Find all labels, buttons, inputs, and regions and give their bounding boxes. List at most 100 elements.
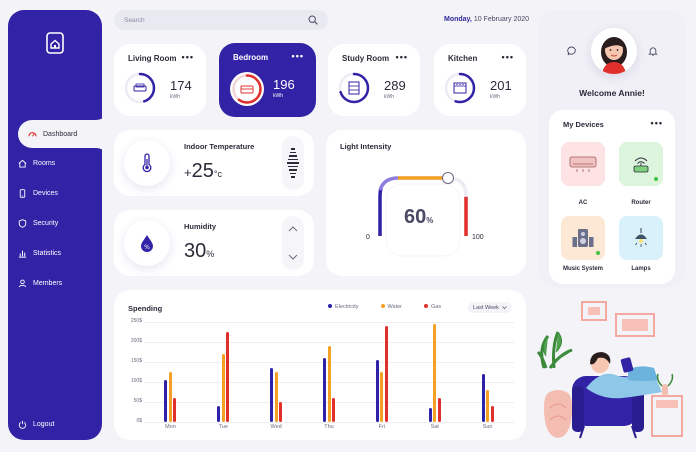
- chart-plot-area: [144, 322, 514, 422]
- x-tick-label: Wed: [270, 424, 282, 430]
- bar-chart-icon: [18, 250, 27, 258]
- temperature-slider[interactable]: [282, 136, 304, 190]
- device-label: Router: [631, 200, 651, 206]
- room-kwh-value: 289: [384, 78, 406, 93]
- bar-water-sun[interactable]: [486, 390, 490, 422]
- sidebar-item-label: Statistics: [33, 249, 62, 257]
- sidebar-item-security[interactable]: Security: [18, 216, 102, 230]
- x-tick-label: Fri: [378, 424, 386, 430]
- device-lamps[interactable]: [619, 216, 663, 260]
- bar-gas-thu[interactable]: [332, 398, 335, 422]
- sidebar-item-rooms[interactable]: Rooms: [18, 156, 102, 170]
- bar-water-tue[interactable]: [221, 354, 225, 422]
- light-knob: [442, 172, 454, 184]
- bar-gas-tue[interactable]: [226, 332, 230, 422]
- temperature-sign: +: [184, 165, 192, 180]
- temperature-value: 25: [191, 160, 214, 182]
- room-name: Living Room: [128, 54, 177, 63]
- nav-dashboard-active[interactable]: Dashboard: [18, 120, 110, 148]
- week-filter-dropdown[interactable]: Last Week: [468, 302, 512, 313]
- room-kwh-value: 196: [273, 77, 295, 92]
- y-tick-label: 200$: [130, 338, 142, 344]
- bar-electricity-thu[interactable]: [323, 358, 326, 422]
- bar-gas-mon[interactable]: [173, 398, 177, 422]
- temperature-readout: +25°c: [184, 160, 222, 183]
- more-icon[interactable]: •••: [502, 52, 514, 62]
- sidebar-item-devices[interactable]: Devices: [18, 186, 102, 200]
- user-icon: [18, 279, 27, 287]
- spending-title: Spending: [128, 304, 163, 313]
- droplet-icon: %: [141, 235, 153, 252]
- room-card-kitchen[interactable]: Kitchen ••• 201 kWh: [434, 44, 526, 116]
- bar-water-wed[interactable]: [274, 372, 278, 422]
- y-tick-label: 100$: [130, 378, 142, 384]
- search-input[interactable]: Search: [124, 17, 308, 24]
- device-label: Lamps: [631, 266, 651, 272]
- device-label: Music System: [562, 266, 604, 272]
- x-tick-label: Thu: [324, 424, 334, 430]
- bar-gas-fri[interactable]: [384, 326, 388, 422]
- light-readout: 60%: [404, 206, 433, 229]
- avatar[interactable]: [591, 28, 637, 74]
- sidebar-item-dashboard[interactable]: Dashboard: [18, 120, 102, 148]
- logout-button[interactable]: Logout: [18, 417, 102, 431]
- search-bar[interactable]: Search: [114, 10, 328, 30]
- legend-label: Water: [387, 304, 402, 310]
- bar-gas-wed[interactable]: [279, 402, 283, 422]
- date-weekday: Monday,: [444, 16, 472, 23]
- air-conditioner-icon: [569, 156, 597, 172]
- more-icon[interactable]: •••: [651, 118, 663, 128]
- room-card-bedroom[interactable]: Bedroom ••• 196 kWh: [219, 43, 316, 117]
- bar-electricity-tue[interactable]: [217, 406, 221, 422]
- sidebar-item-statistics[interactable]: Statistics: [18, 246, 102, 260]
- bar-water-sat[interactable]: [433, 324, 437, 422]
- phone-icon: [19, 188, 26, 198]
- y-tick-label: 50$: [133, 398, 142, 404]
- chevron-down-icon[interactable]: [288, 254, 298, 260]
- humidity-stepper: [282, 216, 304, 270]
- bell-icon[interactable]: [648, 46, 658, 56]
- room-kwh-unit: kWh: [384, 94, 394, 100]
- chevron-up-icon[interactable]: [288, 226, 298, 232]
- sidebar-item-label: Security: [33, 219, 59, 227]
- sofa-icon: [133, 83, 147, 92]
- sidebar-item-members[interactable]: Members: [18, 276, 102, 290]
- bar-electricity-fri[interactable]: [375, 360, 379, 422]
- gauge-icon: [28, 131, 37, 137]
- bar-gas-sun[interactable]: [490, 406, 494, 422]
- device-router[interactable]: [619, 142, 663, 186]
- bar-water-mon[interactable]: [168, 372, 172, 422]
- usage-ring: [230, 72, 264, 106]
- welcome-text: Welcome Annie!: [579, 88, 645, 98]
- shield-icon: [18, 218, 27, 228]
- more-icon[interactable]: •••: [292, 51, 304, 61]
- humidity-card: % Humidity 30%: [114, 210, 314, 276]
- light-value: 60: [404, 206, 427, 228]
- smart-home-logo-icon: [46, 32, 64, 54]
- temperature-card: Indoor Temperature +25°c: [114, 130, 314, 196]
- room-kwh-value: 201: [490, 78, 512, 93]
- bar-electricity-sun[interactable]: [481, 374, 485, 422]
- bar-water-fri[interactable]: [380, 372, 384, 422]
- bar-water-thu[interactable]: [327, 346, 331, 422]
- room-card-living[interactable]: Living Room ••• 174 kWh: [114, 44, 206, 116]
- chat-icon[interactable]: [567, 46, 577, 56]
- room-card-study[interactable]: Study Room ••• 289 kWh: [328, 44, 420, 116]
- bar-electricity-sat[interactable]: [428, 408, 432, 422]
- bar-gas-sat[interactable]: [437, 398, 441, 422]
- more-icon[interactable]: •••: [396, 52, 408, 62]
- bar-electricity-mon[interactable]: [164, 380, 168, 422]
- usage-ring: [444, 72, 476, 104]
- usage-ring: [124, 72, 156, 104]
- x-tick-label: Mon: [165, 424, 176, 430]
- legend-gas: Gas: [424, 304, 441, 310]
- stove-icon: [453, 82, 467, 94]
- device-music-system[interactable]: [561, 216, 605, 260]
- x-tick-label: Tue: [218, 424, 228, 430]
- light-max: 100: [472, 234, 484, 241]
- room-kwh-unit: kWh: [273, 93, 283, 99]
- more-icon[interactable]: •••: [182, 52, 194, 62]
- device-ac[interactable]: [561, 142, 605, 186]
- search-icon[interactable]: [308, 15, 318, 25]
- bar-electricity-wed[interactable]: [270, 368, 274, 422]
